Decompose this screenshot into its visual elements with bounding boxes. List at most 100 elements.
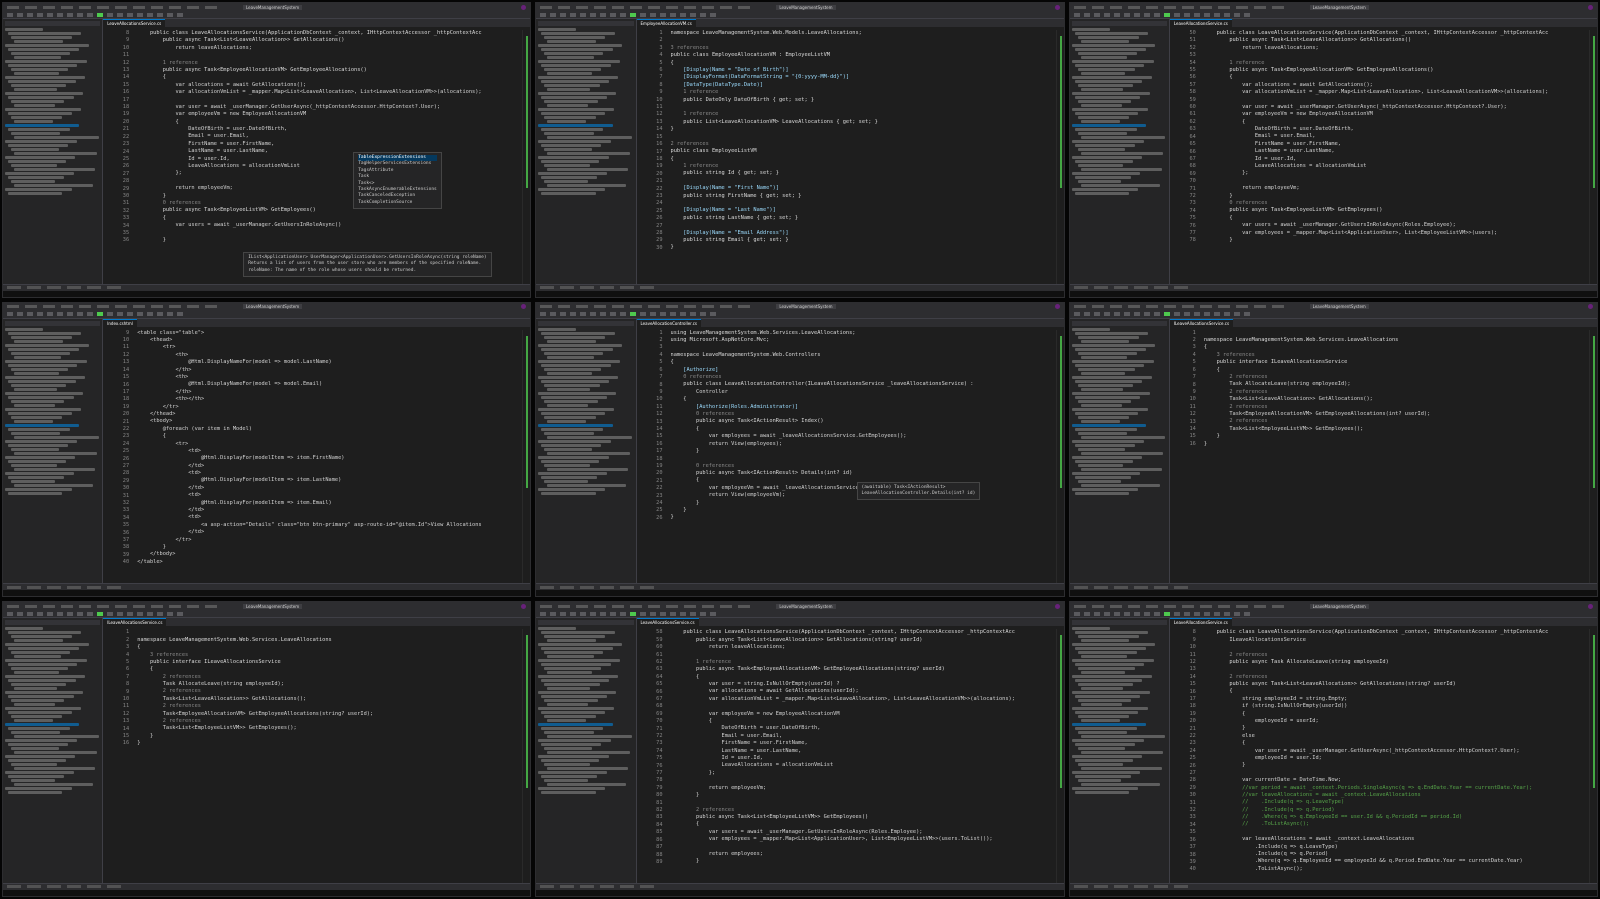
menu-item[interactable]	[25, 305, 37, 309]
tab[interactable]	[765, 618, 798, 627]
profile-icon[interactable]	[521, 603, 527, 609]
tab[interactable]	[199, 19, 232, 27]
tab[interactable]	[828, 19, 861, 27]
explorer-item[interactable]	[544, 116, 596, 119]
explorer-item[interactable]	[538, 359, 621, 363]
explorer-item[interactable]	[11, 116, 63, 119]
explorer-item[interactable]	[1074, 64, 1145, 67]
toolbar-icon[interactable]	[1213, 12, 1220, 17]
explorer-item[interactable]	[547, 168, 629, 171]
explorer-item[interactable]	[544, 667, 602, 671]
menu-item[interactable]	[1271, 604, 1284, 608]
explorer-item[interactable]	[1074, 459, 1133, 463]
explorer-item[interactable]	[14, 403, 55, 407]
menu-item[interactable]	[1091, 305, 1104, 309]
explorer-item[interactable]	[11, 335, 72, 339]
toolbar-icon[interactable]	[670, 12, 677, 17]
explorer-item[interactable]	[8, 759, 67, 763]
explorer-item[interactable]	[1071, 423, 1146, 427]
explorer-item[interactable]	[538, 156, 609, 159]
explorer-item[interactable]	[544, 431, 594, 435]
explorer-item[interactable]	[544, 715, 596, 719]
scrollbar[interactable]	[1055, 30, 1064, 284]
menu-item[interactable]	[1181, 305, 1194, 309]
explorer-item[interactable]	[1074, 144, 1135, 147]
menu-item[interactable]	[1127, 5, 1140, 9]
tab[interactable]	[729, 19, 762, 27]
explorer-item[interactable]	[541, 443, 602, 447]
explorer-item[interactable]	[1080, 735, 1166, 739]
toolbar-icon[interactable]	[1083, 12, 1090, 17]
menu-item[interactable]	[1127, 305, 1140, 309]
explorer-item[interactable]	[14, 767, 95, 771]
explorer-item[interactable]	[1080, 687, 1124, 691]
explorer-item[interactable]	[547, 72, 593, 75]
toolbar-icon[interactable]	[570, 611, 577, 616]
explorer-item[interactable]	[538, 487, 605, 491]
explorer-item[interactable]	[1080, 387, 1124, 391]
menu-item[interactable]	[612, 5, 625, 9]
toolbar-icon[interactable]	[610, 611, 617, 616]
menu-item[interactable]	[666, 604, 679, 608]
tab[interactable]	[1364, 19, 1397, 27]
explorer-item[interactable]	[538, 691, 617, 695]
toolbar-icon[interactable]	[580, 312, 587, 317]
tab[interactable]	[1331, 618, 1364, 627]
menu-item[interactable]	[540, 305, 553, 309]
menu-item[interactable]	[684, 604, 697, 608]
explorer-item[interactable]	[1077, 383, 1133, 387]
explorer-item[interactable]	[8, 411, 72, 415]
explorer-item[interactable]	[544, 463, 591, 467]
explorer-item[interactable]	[544, 335, 606, 339]
toolbar-icon[interactable]	[37, 312, 43, 317]
explorer-item[interactable]	[541, 363, 611, 367]
toolbar-icon[interactable]	[47, 611, 53, 616]
toolbar-icon[interactable]	[77, 312, 83, 317]
menu-item[interactable]	[1253, 5, 1266, 9]
toolbar-icon[interactable]	[700, 611, 707, 616]
toolbar-icon[interactable]	[127, 611, 133, 616]
toolbar-icon[interactable]	[610, 12, 617, 17]
toolbar-icon[interactable]	[167, 611, 173, 616]
explorer-item[interactable]	[1074, 411, 1139, 415]
explorer-item[interactable]	[547, 671, 593, 675]
menu-item[interactable]	[666, 305, 679, 309]
explorer-item[interactable]	[11, 180, 55, 183]
explorer-item[interactable]	[541, 144, 602, 147]
explorer-item[interactable]	[8, 727, 70, 731]
toolbar-icon[interactable]	[1183, 611, 1190, 616]
explorer-item[interactable]	[14, 451, 97, 455]
explorer-item[interactable]	[541, 647, 613, 651]
menu-item[interactable]	[133, 5, 145, 9]
menu-item[interactable]	[25, 604, 37, 608]
menu-item[interactable]	[1199, 305, 1212, 309]
explorer-item[interactable]	[11, 747, 59, 751]
menu-item[interactable]	[558, 5, 571, 9]
toolbar-icon[interactable]	[680, 611, 687, 616]
tab[interactable]	[1265, 618, 1298, 627]
explorer-item[interactable]	[8, 711, 72, 715]
tab[interactable]	[203, 318, 236, 327]
toolbar-icon[interactable]	[147, 611, 153, 616]
toolbar-icon[interactable]	[1123, 611, 1130, 616]
menu-item[interactable]	[115, 604, 127, 608]
menu-item[interactable]	[79, 305, 91, 309]
toolbar-icon[interactable]	[560, 611, 567, 616]
explorer-item[interactable]	[14, 735, 99, 739]
toolbar-icon[interactable]	[1243, 12, 1250, 17]
explorer-item[interactable]	[1074, 427, 1137, 431]
explorer-item[interactable]	[541, 128, 604, 131]
toolbar-icon[interactable]	[600, 12, 607, 17]
menu-item[interactable]	[594, 604, 607, 608]
explorer-item[interactable]	[14, 687, 57, 691]
tab[interactable]	[1300, 318, 1333, 327]
explorer-item[interactable]	[1077, 84, 1133, 87]
menu-item[interactable]	[1235, 604, 1248, 608]
explorer-item[interactable]	[544, 447, 592, 451]
explorer-item[interactable]	[541, 80, 609, 83]
explorer-item[interactable]	[5, 60, 87, 63]
menu-item[interactable]	[7, 604, 19, 608]
toolbar-icon[interactable]	[107, 12, 113, 17]
explorer-item[interactable]	[8, 331, 82, 335]
menu-item[interactable]	[115, 5, 127, 9]
